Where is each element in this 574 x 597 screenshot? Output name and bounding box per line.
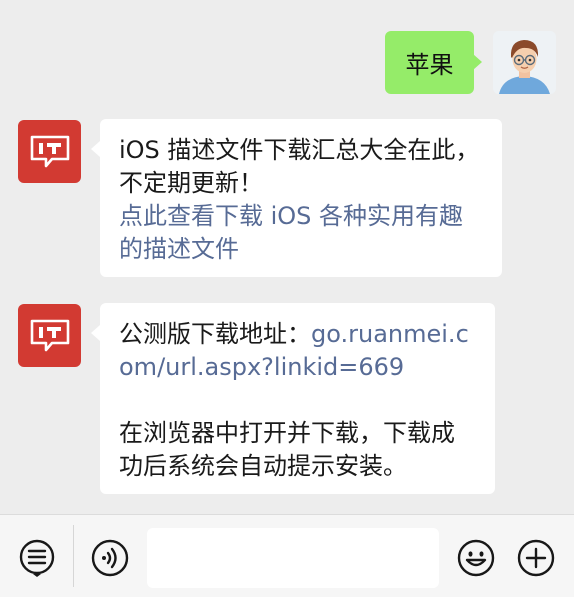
description-files-link[interactable]: 点此查看下载 iOS 各种实用有趣的描述文件 — [119, 200, 483, 266]
incoming-message-bubble[interactable]: iOS 描述文件下载汇总大全在此，不定期更新！ 点此查看下载 iOS 各种实用有… — [91, 119, 502, 277]
message-text-input[interactable] — [147, 528, 439, 588]
input-bar — [0, 514, 574, 597]
message-text: 在浏览器中打开并下载，下载成功后系统会自动提示安装。 — [119, 419, 455, 480]
sender-avatar-it-logo[interactable] — [18, 304, 81, 367]
outgoing-message-bubble[interactable]: 苹果 — [385, 31, 482, 94]
incoming-message-bubble[interactable]: 公测版下载地址：go.ruanmei.com/url.aspx?linkid=6… — [91, 303, 495, 494]
it-logo-icon — [30, 135, 69, 167]
more-functions-button[interactable] — [515, 537, 557, 579]
voice-button[interactable] — [89, 537, 131, 579]
input-bar-divider — [73, 525, 74, 587]
plus-icon — [517, 539, 555, 577]
outgoing-message-text: 苹果 — [405, 51, 454, 79]
it-logo-icon — [30, 319, 69, 351]
sender-avatar-it-logo[interactable] — [18, 120, 81, 183]
menu-list-button[interactable] — [16, 537, 58, 579]
message-text: 公测版下载地址：go.ruanmei.com/url.aspx?linkid=6… — [119, 318, 476, 384]
user-avatar-image — [493, 31, 556, 94]
emoji-button[interactable] — [455, 537, 497, 579]
chat-area: 苹果 iOS 描述文件下载汇总大全在此，不定期更新！ 点此查看下载 iOS 各种… — [0, 0, 574, 514]
message-text: iOS 描述文件下载汇总大全在此，不定期更新！ — [119, 136, 480, 197]
download-label: 公测版下载地址： — [119, 320, 311, 348]
menu-list-icon — [19, 539, 55, 577]
emoji-icon — [457, 539, 495, 577]
voice-icon — [91, 539, 129, 577]
user-avatar[interactable] — [493, 31, 556, 94]
